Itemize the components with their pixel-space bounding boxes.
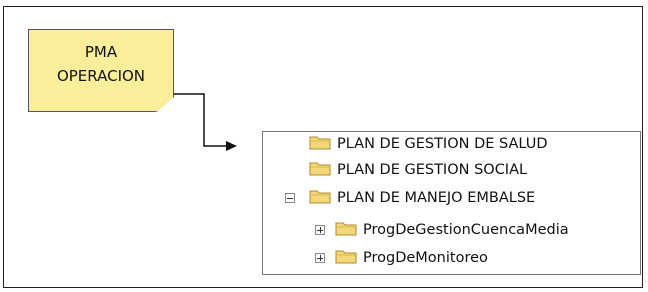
tree-item-label: PLAN DE MANEJO EMBALSE xyxy=(337,190,536,206)
tree-item-prog-gestion-cuenca-media[interactable]: ProgDeGestionCuencaMedia xyxy=(263,218,569,242)
folder-icon xyxy=(335,248,357,268)
folder-icon xyxy=(309,160,331,180)
tree-item-plan-gestion-salud[interactable]: PLAN DE GESTION DE SALUD xyxy=(263,132,548,156)
expand-icon[interactable] xyxy=(315,225,325,235)
tree-item-label: ProgDeMonitoreo xyxy=(363,250,488,266)
tree-item-label: ProgDeGestionCuencaMedia xyxy=(363,222,569,238)
tree-item-prog-monitoreo[interactable]: ProgDeMonitoreo xyxy=(263,246,488,270)
tree-view: PLAN DE GESTION DE SALUD PLAN DE GESTION… xyxy=(262,131,641,275)
collapse-icon[interactable] xyxy=(285,193,295,203)
expand-icon[interactable] xyxy=(315,253,325,263)
tree-item-plan-gestion-social[interactable]: PLAN DE GESTION SOCIAL xyxy=(263,158,527,182)
tree-item-plan-manejo-embalse[interactable]: PLAN DE MANEJO EMBALSE xyxy=(263,186,535,210)
folder-icon xyxy=(309,134,331,154)
folder-icon xyxy=(335,220,357,240)
tree-item-label: PLAN DE GESTION SOCIAL xyxy=(337,162,528,178)
folder-icon xyxy=(309,188,331,208)
tree-item-label: PLAN DE GESTION DE SALUD xyxy=(337,136,548,152)
